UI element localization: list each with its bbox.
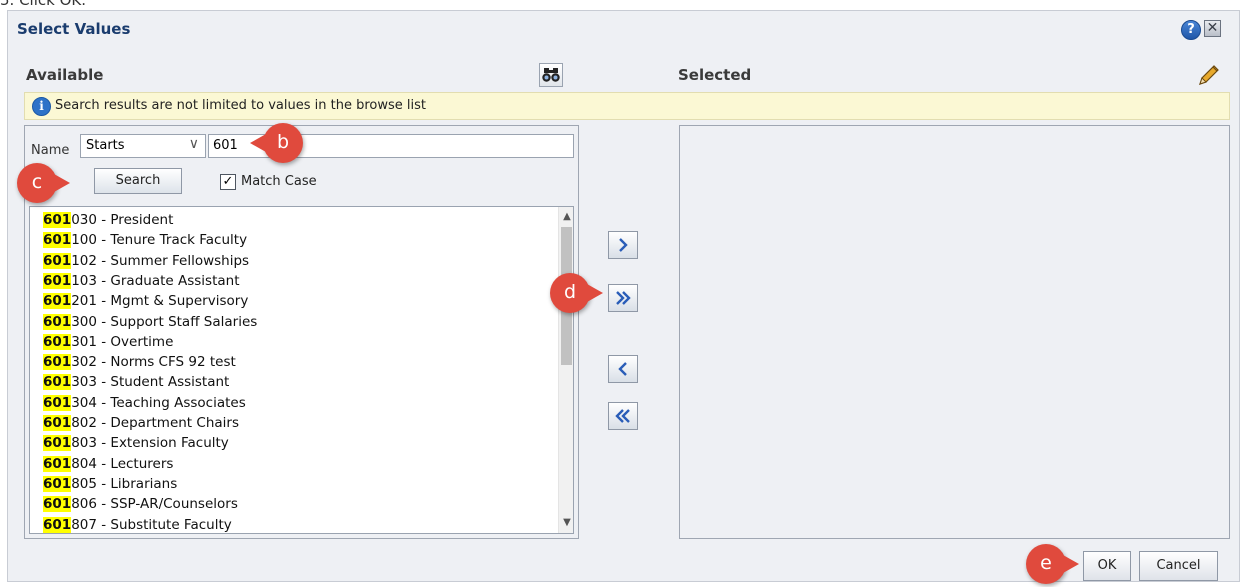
list-item[interactable]: 601802 - Department Chairs xyxy=(43,413,239,433)
double-chevron-right-icon xyxy=(616,291,631,305)
scrollbar[interactable]: ▲ ▼ xyxy=(558,207,573,533)
info-text: Search results are not limited to values… xyxy=(55,98,426,113)
step-instruction: 5. Click OK. xyxy=(0,0,87,9)
item-label: 805 - Librarians xyxy=(71,475,178,492)
selected-label: Selected xyxy=(678,66,752,84)
operator-select[interactable]: Starts ∨ xyxy=(80,134,206,158)
item-label: 201 - Mgmt & Supervisory xyxy=(71,293,249,310)
available-label: Available xyxy=(26,66,104,84)
match-highlight: 601 xyxy=(43,212,72,228)
scroll-down-icon[interactable]: ▼ xyxy=(559,515,573,531)
item-label: 302 - Norms CFS 92 test xyxy=(71,354,236,371)
match-highlight: 601 xyxy=(43,415,72,431)
match-highlight: 601 xyxy=(43,455,72,472)
list-item[interactable]: 601807 - Substitute Faculty xyxy=(43,515,232,534)
list-item[interactable]: 601303 - Student Assistant xyxy=(43,372,229,392)
item-label: 807 - Substitute Faculty xyxy=(71,516,232,533)
match-highlight: 601 xyxy=(43,333,72,350)
match-case-checkbox[interactable]: ✓ xyxy=(220,174,236,190)
match-highlight: 601 xyxy=(43,435,72,452)
dialog-title: Select Values xyxy=(17,20,131,38)
match-highlight: 601 xyxy=(43,272,72,289)
callout-d: d xyxy=(550,273,603,313)
chevron-down-icon: ∨ xyxy=(188,136,199,152)
select-values-dialog: Select Values ? ✕ Available Selected i S… xyxy=(7,10,1240,582)
match-case-label: Match Case xyxy=(241,174,317,189)
help-icon[interactable]: ? xyxy=(1181,20,1201,40)
list-item[interactable]: 601100 - Tenure Track Faculty xyxy=(43,230,247,250)
item-label: 304 - Teaching Associates xyxy=(71,394,246,411)
match-highlight: 601 xyxy=(43,516,72,533)
operator-value: Starts xyxy=(86,138,125,153)
match-highlight: 601 xyxy=(43,394,72,411)
item-label: 803 - Extension Faculty xyxy=(71,435,229,452)
callout-b: b xyxy=(250,123,303,163)
item-label: 303 - Student Assistant xyxy=(71,374,230,391)
item-label: 806 - SSP-AR/Counselors xyxy=(71,496,238,513)
move-right-button[interactable] xyxy=(608,231,638,259)
scroll-up-icon[interactable]: ▲ xyxy=(559,209,573,225)
close-icon[interactable]: ✕ xyxy=(1204,20,1221,37)
item-label: 102 - Summer Fellowships xyxy=(71,252,250,269)
item-label: 030 - President xyxy=(71,212,174,228)
info-bar: i Search results are not limited to valu… xyxy=(24,92,1230,120)
list-item[interactable]: 601804 - Lecturers xyxy=(43,454,173,474)
chevron-left-icon xyxy=(618,362,627,376)
list-item[interactable]: 601201 - Mgmt & Supervisory xyxy=(43,291,248,311)
match-highlight: 601 xyxy=(43,475,72,492)
move-left-button[interactable] xyxy=(608,355,638,383)
results-list[interactable]: 601807 - Substitute Faculty 601806 - SSP-… xyxy=(29,206,574,534)
list-item[interactable]: 601030 - President xyxy=(43,210,173,230)
match-highlight: 601 xyxy=(43,293,72,310)
list-item[interactable]: 601806 - SSP-AR/Counselors xyxy=(43,494,238,514)
name-label: Name xyxy=(31,143,70,158)
list-item[interactable]: 601301 - Overtime xyxy=(43,332,173,352)
list-item[interactable]: 601102 - Summer Fellowships xyxy=(43,251,249,271)
callout-c: c xyxy=(17,163,70,203)
match-highlight: 601 xyxy=(43,496,72,513)
list-item[interactable]: 601803 - Extension Faculty xyxy=(43,433,229,453)
available-panel: Name Starts ∨ 601 Search ✓ Match Case 60… xyxy=(24,125,579,539)
cancel-button[interactable]: Cancel xyxy=(1139,551,1218,581)
double-chevron-left-icon xyxy=(615,409,630,423)
match-highlight: 601 xyxy=(43,313,72,330)
list-item[interactable]: 601805 - Librarians xyxy=(43,474,177,494)
item-label: 804 - Lecturers xyxy=(71,455,174,472)
search-button[interactable]: Search xyxy=(94,168,182,194)
binoculars-icon[interactable] xyxy=(539,63,563,87)
match-highlight: 601 xyxy=(43,252,72,269)
move-all-right-button[interactable] xyxy=(608,284,638,312)
list-item[interactable]: 601302 - Norms CFS 92 test xyxy=(43,352,236,372)
info-icon: i xyxy=(32,97,51,116)
item-label: 301 - Overtime xyxy=(71,333,174,350)
match-highlight: 601 xyxy=(43,232,72,249)
ok-button[interactable]: OK xyxy=(1083,551,1131,581)
item-label: 300 - Support Staff Salaries xyxy=(71,313,258,330)
callout-e: e xyxy=(1026,544,1079,584)
list-item[interactable]: 601103 - Graduate Assistant xyxy=(43,271,239,291)
pencil-icon[interactable] xyxy=(1196,63,1222,87)
list-item[interactable]: 601300 - Support Staff Salaries xyxy=(43,312,257,332)
match-highlight: 601 xyxy=(43,374,72,391)
item-label: 103 - Graduate Assistant xyxy=(71,272,240,289)
chevron-right-icon xyxy=(619,238,628,252)
item-label: 100 - Tenure Track Faculty xyxy=(71,232,248,249)
move-all-left-button[interactable] xyxy=(608,402,638,430)
list-item[interactable]: 601304 - Teaching Associates xyxy=(43,393,246,413)
selected-list[interactable] xyxy=(679,125,1230,539)
item-label: 802 - Department Chairs xyxy=(71,415,239,431)
match-highlight: 601 xyxy=(43,354,72,371)
